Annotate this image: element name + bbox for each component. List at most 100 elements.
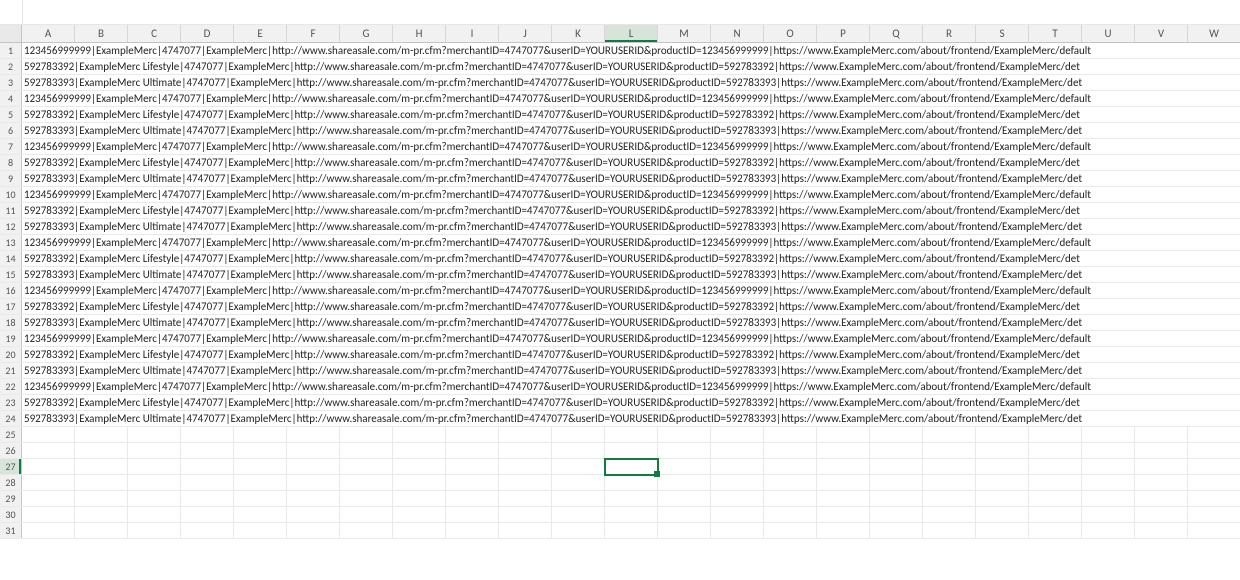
cell-W20[interactable]: [1188, 347, 1240, 362]
cell-W18[interactable]: [1188, 315, 1240, 330]
cell-M31[interactable]: [658, 523, 711, 538]
cell-W15[interactable]: [1188, 267, 1240, 282]
cell-W21[interactable]: [1188, 363, 1240, 378]
horizontal-scroll-track[interactable]: [23, 0, 1240, 24]
column-header-A[interactable]: A: [22, 25, 75, 42]
cell-N31[interactable]: [711, 523, 764, 538]
cell-P29[interactable]: [817, 491, 870, 506]
cell-I30[interactable]: [446, 507, 499, 522]
cell-J30[interactable]: [499, 507, 552, 522]
cell-J26[interactable]: [499, 443, 552, 458]
select-all-corner[interactable]: [0, 25, 22, 42]
cell-U5[interactable]: [1082, 107, 1135, 122]
row-header[interactable]: 25: [0, 427, 22, 442]
row-header[interactable]: 27: [0, 459, 22, 474]
cell-W5[interactable]: [1188, 107, 1240, 122]
cell-I27[interactable]: [446, 459, 499, 474]
cell-R26[interactable]: [923, 443, 976, 458]
column-header-Q[interactable]: Q: [870, 25, 923, 42]
cell-E28[interactable]: [234, 475, 287, 490]
cell-F27[interactable]: [287, 459, 340, 474]
cell-H25[interactable]: [393, 427, 446, 442]
column-header-T[interactable]: T: [1029, 25, 1082, 42]
row-header[interactable]: 6: [0, 123, 22, 138]
cell-W27[interactable]: [1188, 459, 1240, 474]
cell-L28[interactable]: [605, 475, 658, 490]
row-header[interactable]: 29: [0, 491, 22, 506]
cell-V14[interactable]: [1135, 251, 1188, 266]
cell-B26[interactable]: [75, 443, 128, 458]
cell-R28[interactable]: [923, 475, 976, 490]
cell-W24[interactable]: [1188, 411, 1240, 426]
cell-A16[interactable]: 123456999999|ExampleMerc|4747077|Example…: [22, 283, 75, 298]
row-header[interactable]: 17: [0, 299, 22, 314]
row-header[interactable]: 12: [0, 219, 22, 234]
cell-A28[interactable]: [22, 475, 75, 490]
column-header-R[interactable]: R: [923, 25, 976, 42]
cell-A25[interactable]: [22, 427, 75, 442]
cell-A12[interactable]: 592783393|ExampleMerc Ultimate|4747077|E…: [22, 219, 75, 234]
cell-C29[interactable]: [128, 491, 181, 506]
cell-W8[interactable]: [1188, 155, 1240, 170]
cell-B25[interactable]: [75, 427, 128, 442]
column-header-I[interactable]: I: [446, 25, 499, 42]
row-header[interactable]: 18: [0, 315, 22, 330]
row-header[interactable]: 3: [0, 75, 22, 90]
cell-R29[interactable]: [923, 491, 976, 506]
cell-S29[interactable]: [976, 491, 1029, 506]
cell-B31[interactable]: [75, 523, 128, 538]
cell-V1[interactable]: [1135, 43, 1188, 58]
cell-G31[interactable]: [340, 523, 393, 538]
cell-L29[interactable]: [605, 491, 658, 506]
cell-E25[interactable]: [234, 427, 287, 442]
cell-F29[interactable]: [287, 491, 340, 506]
cell-A1[interactable]: 123456999999|ExampleMerc|4747077|Example…: [22, 43, 75, 58]
cell-J25[interactable]: [499, 427, 552, 442]
cell-W16[interactable]: [1188, 283, 1240, 298]
column-header-J[interactable]: J: [499, 25, 552, 42]
cell-L27[interactable]: [605, 459, 658, 474]
row-header[interactable]: 15: [0, 267, 22, 282]
cell-A4[interactable]: 123456999999|ExampleMerc|4747077|Example…: [22, 91, 75, 106]
row-header[interactable]: 5: [0, 107, 22, 122]
row-header[interactable]: 24: [0, 411, 22, 426]
cell-Q27[interactable]: [870, 459, 923, 474]
cell-N26[interactable]: [711, 443, 764, 458]
cell-M28[interactable]: [658, 475, 711, 490]
cell-D26[interactable]: [181, 443, 234, 458]
cell-A21[interactable]: 592783393|ExampleMerc Ultimate|4747077|E…: [22, 363, 75, 378]
cell-A31[interactable]: [22, 523, 75, 538]
cell-I29[interactable]: [446, 491, 499, 506]
cell-A20[interactable]: 592783392|ExampleMerc Lifestyle|4747077|…: [22, 347, 75, 362]
cell-A29[interactable]: [22, 491, 75, 506]
cell-O26[interactable]: [764, 443, 817, 458]
cell-U6[interactable]: [1082, 123, 1135, 138]
cell-P30[interactable]: [817, 507, 870, 522]
row-header[interactable]: 28: [0, 475, 22, 490]
cell-O27[interactable]: [764, 459, 817, 474]
cell-F30[interactable]: [287, 507, 340, 522]
cell-A10[interactable]: 123456999999|ExampleMerc|4747077|Example…: [22, 187, 75, 202]
cell-L26[interactable]: [605, 443, 658, 458]
cell-V15[interactable]: [1135, 267, 1188, 282]
cell-W22[interactable]: [1188, 379, 1240, 394]
cell-W11[interactable]: [1188, 203, 1240, 218]
cell-H31[interactable]: [393, 523, 446, 538]
cell-O28[interactable]: [764, 475, 817, 490]
cell-A3[interactable]: 592783393|ExampleMerc Ultimate|4747077|E…: [22, 75, 75, 90]
cell-S26[interactable]: [976, 443, 1029, 458]
cell-V21[interactable]: [1135, 363, 1188, 378]
cell-G28[interactable]: [340, 475, 393, 490]
cell-N27[interactable]: [711, 459, 764, 474]
cell-K26[interactable]: [552, 443, 605, 458]
row-header[interactable]: 23: [0, 395, 22, 410]
cell-U9[interactable]: [1082, 171, 1135, 186]
cell-A17[interactable]: 592783392|ExampleMerc Lifestyle|4747077|…: [22, 299, 75, 314]
cell-A9[interactable]: 592783393|ExampleMerc Ultimate|4747077|E…: [22, 171, 75, 186]
cell-T31[interactable]: [1029, 523, 1082, 538]
cell-R27[interactable]: [923, 459, 976, 474]
cell-H26[interactable]: [393, 443, 446, 458]
row-header[interactable]: 30: [0, 507, 22, 522]
cell-W10[interactable]: [1188, 187, 1240, 202]
cell-D31[interactable]: [181, 523, 234, 538]
